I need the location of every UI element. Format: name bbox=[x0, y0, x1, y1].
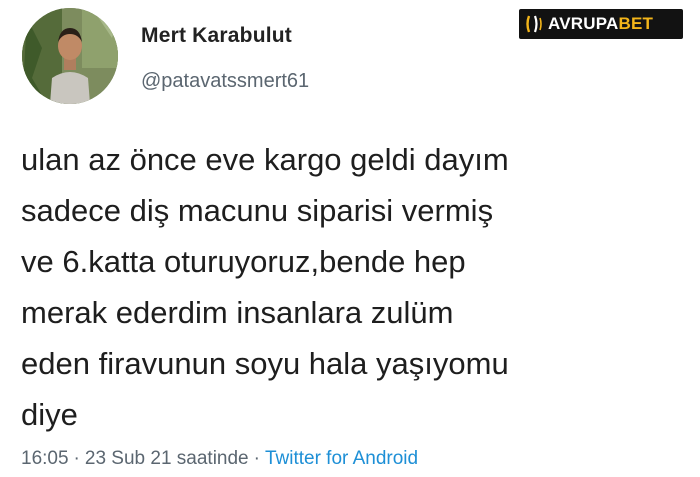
tweet-text-line: diye bbox=[21, 397, 78, 432]
tweet-text-line: sadece diş macunu siparisi vermiş bbox=[21, 193, 494, 228]
tweet-date[interactable]: 23 Sub 21 saatinde bbox=[85, 448, 249, 469]
brand-mark-icon bbox=[526, 15, 542, 33]
meta-separator: · bbox=[73, 448, 80, 469]
brand-wordmark: AVRUPABET bbox=[548, 14, 653, 34]
user-handle[interactable]: @patavatssmert61 bbox=[141, 70, 309, 93]
display-name[interactable]: Mert Karabulut bbox=[141, 24, 292, 48]
tweet-text-line: ve 6.katta oturuyoruz,bende hep bbox=[21, 244, 466, 279]
meta-separator: · bbox=[253, 448, 260, 469]
tweet-meta: 16:05 · 23 Sub 21 saatinde · Twitter for And… bbox=[21, 448, 418, 470]
avatar-photo bbox=[22, 8, 118, 104]
tweet-text: ulan az önce eve kargo geldi dayım sadec… bbox=[21, 134, 681, 440]
brand-wordmark-main: AVRUPA bbox=[548, 14, 619, 33]
tweet-text-line: merak ederdim insanlara zulüm bbox=[21, 295, 454, 330]
tweet-time[interactable]: 16:05 bbox=[21, 448, 69, 469]
tweet-text-line: ulan az önce eve kargo geldi dayım bbox=[21, 142, 509, 177]
tweet-source-link[interactable]: Twitter for Android bbox=[265, 448, 418, 469]
brand-wordmark-accent: BET bbox=[618, 14, 654, 33]
tweet-text-line: eden firavunun soyu hala yaşıyomu bbox=[21, 346, 509, 381]
avrupabet-logo: AVRUPABET bbox=[519, 9, 683, 39]
tweet-card: Mert Karabulut @patavatssmert61 AVRUPABE… bbox=[0, 0, 700, 477]
avatar[interactable] bbox=[22, 8, 118, 104]
